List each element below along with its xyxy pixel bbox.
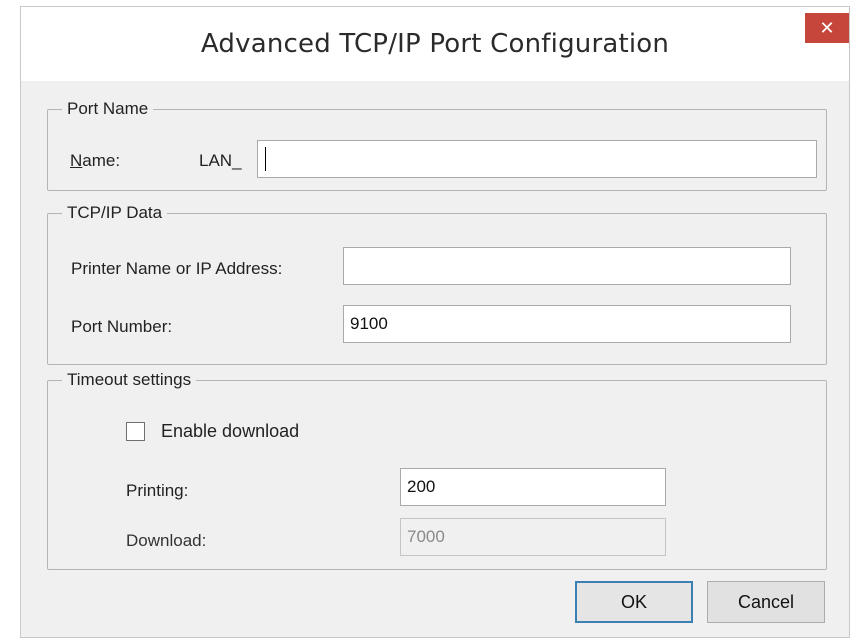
close-icon: ✕ xyxy=(819,17,835,38)
tcpip-data-group-label: TCP/IP Data xyxy=(62,203,168,223)
cancel-button[interactable]: Cancel xyxy=(707,581,825,623)
port-name-group: Port Name Name: LAN_ xyxy=(47,99,827,191)
download-timeout-value: 7000 xyxy=(407,527,445,546)
printing-timeout-input[interactable]: 200 xyxy=(400,468,666,506)
timeout-settings-group: Timeout settings Enable download Printin… xyxy=(47,370,827,570)
name-label-access-key: N xyxy=(70,151,83,170)
text-caret xyxy=(265,147,266,171)
printer-address-label: Printer Name or IP Address: xyxy=(71,259,283,278)
title-bar: Advanced TCP/IP Port Configuration ✕ xyxy=(21,7,849,81)
timeout-settings-group-label: Timeout settings xyxy=(62,370,197,390)
port-number-value: 9100 xyxy=(350,314,388,333)
ok-button[interactable]: OK xyxy=(575,581,693,623)
enable-download-label[interactable]: Enable download xyxy=(161,421,299,442)
close-button[interactable]: ✕ xyxy=(805,13,849,43)
port-number-label: Port Number: xyxy=(71,317,173,336)
download-timeout-input: 7000 xyxy=(400,518,666,556)
printing-label: Printing: xyxy=(126,481,189,500)
dialog-title: Advanced TCP/IP Port Configuration xyxy=(200,29,670,59)
enable-download-checkbox[interactable] xyxy=(126,422,145,441)
port-name-prefix: LAN_ xyxy=(199,151,242,170)
port-name-group-label: Port Name xyxy=(62,99,154,119)
name-label: Name: xyxy=(70,151,120,171)
printing-timeout-value: 200 xyxy=(407,477,436,496)
tcpip-data-group: TCP/IP Data Printer Name or IP Address: … xyxy=(47,203,827,365)
port-number-input[interactable]: 9100 xyxy=(343,305,791,343)
name-label-rest: ame: xyxy=(82,151,121,170)
dialog-window: Advanced TCP/IP Port Configuration ✕ Por… xyxy=(20,6,850,638)
printer-address-input[interactable] xyxy=(343,247,791,285)
download-label: Download: xyxy=(126,531,207,550)
port-name-input[interactable] xyxy=(257,140,817,178)
